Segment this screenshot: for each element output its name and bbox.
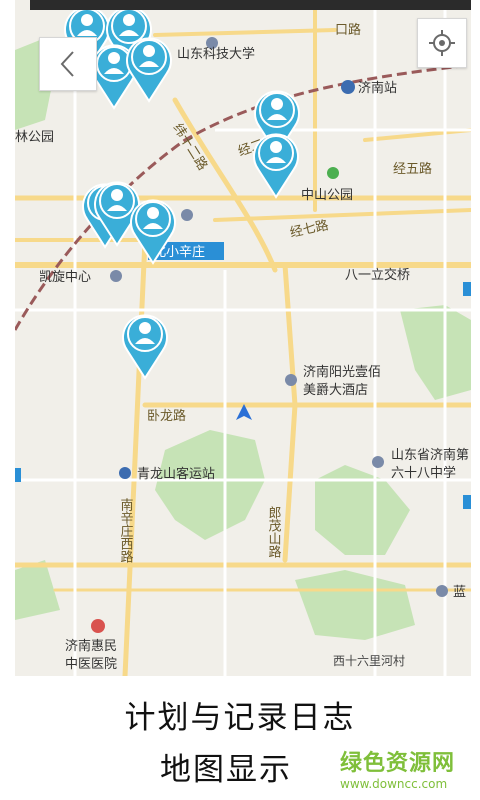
label-zhongshan-park: 中山公园 [301, 188, 353, 203]
label-right-edge: 蓝 [453, 585, 466, 600]
minor-roads [15, 10, 471, 676]
crosshair-icon [429, 30, 455, 56]
user-location-pin[interactable] [122, 314, 168, 380]
label-school-line1: 山东省济南第 [391, 447, 469, 463]
user-location-pin[interactable] [126, 37, 172, 103]
poi-icons [15, 37, 471, 633]
label-nanxinzhuang-road: 南辛庄西路 [118, 497, 134, 563]
label-linggong-park: 林公园 [15, 130, 54, 145]
watermark: 绿色资源网 www.downcc.com [340, 745, 465, 791]
label-hospital-line1: 济南惠民 [65, 638, 117, 654]
label-langmao-road: 郎茂山路 [266, 506, 282, 558]
map-labels: 山东科技大学 济南站 林公园 纬十二路 经二 经五路 中山公园 经七路 北小辛庄… [15, 22, 469, 672]
label-kaixuan-center: 凯旋中心 [39, 270, 91, 285]
locate-button[interactable] [417, 18, 467, 68]
label-shandong-univ-sci-tech: 山东科技大学 [177, 46, 255, 62]
label-xishiliu-village: 西十六里河村 [333, 654, 405, 668]
label-jing-wu-road: 经五路 [393, 161, 432, 177]
pins-layer [64, 10, 300, 380]
roads [15, 10, 471, 676]
status-bar [30, 0, 471, 10]
label-bayi-interchange: 八一立交桥 [345, 267, 410, 283]
back-button[interactable] [39, 37, 97, 91]
label-wolong-road: 卧龙路 [147, 408, 186, 424]
label-top-road: 口路 [335, 22, 361, 38]
map-frame: 山东科技大学 济南站 林公园 纬十二路 经二 经五路 中山公园 经七路 北小辛庄… [15, 0, 471, 676]
chevron-left-icon [60, 51, 74, 77]
watermark-title: 绿色资源网 [340, 751, 456, 776]
label-hospital-line2: 中医医院 [65, 657, 117, 672]
caption-subtitle: 地图显示 [160, 752, 292, 788]
label-school-line2: 六十八中学 [391, 465, 456, 481]
user-location-pin[interactable] [253, 133, 299, 199]
label-jinan-station: 济南站 [358, 80, 397, 96]
watermark-url: www.downcc.com [340, 777, 448, 791]
map-view[interactable]: 山东科技大学 济南站 林公园 纬十二路 经二 经五路 中山公园 经七路 北小辛庄… [15, 10, 471, 676]
label-qinglongshan-station: 青龙山客运站 [137, 466, 215, 482]
label-hotel-line2: 美爵大酒店 [303, 383, 368, 398]
label-jing-qi-road: 经七路 [289, 217, 330, 241]
label-hotel-line1: 济南阳光壹佰 [303, 364, 381, 380]
caption-title: 计划与记录日志 [124, 700, 356, 736]
